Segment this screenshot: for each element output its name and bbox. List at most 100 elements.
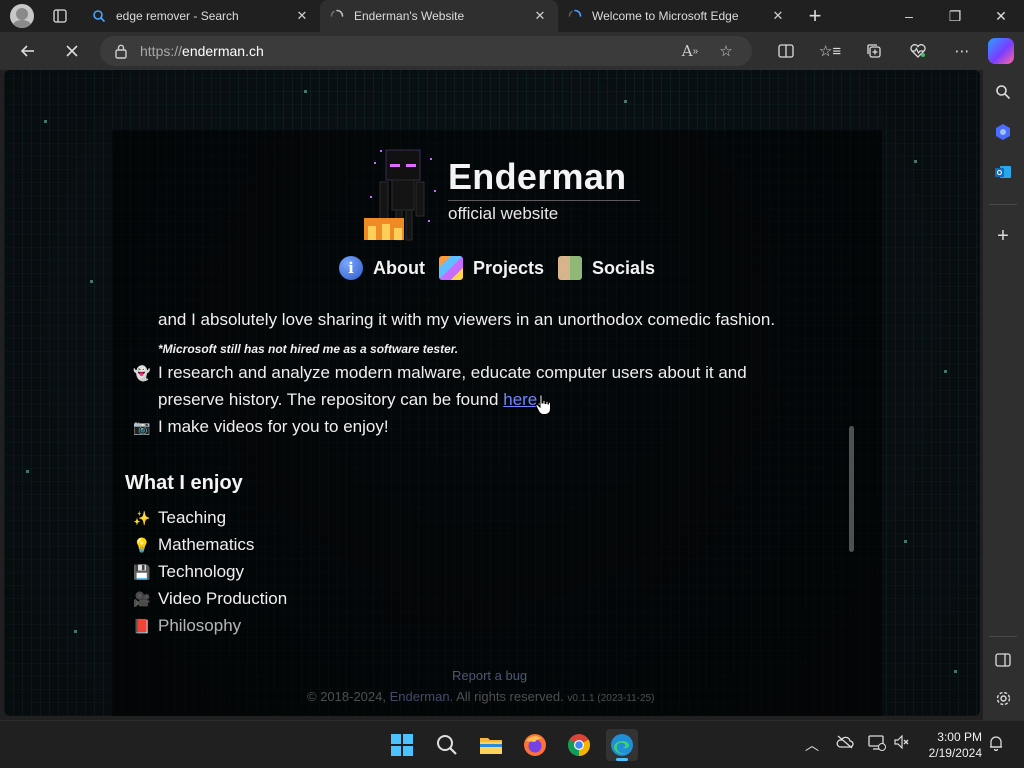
site-title: Enderman <box>448 156 627 197</box>
svg-text:O: O <box>997 170 1003 177</box>
taskbar-clock[interactable]: 3:00 PM 2/19/2024 <box>918 729 982 761</box>
floppy-disk-icon: 💾 <box>133 563 151 580</box>
close-window-button[interactable]: ✕ <box>978 0 1024 32</box>
onedrive-offline-icon[interactable] <box>836 735 854 752</box>
version-text: v0.1.1 (2023-11-25) <box>567 693 655 704</box>
title-divider <box>448 200 640 201</box>
list-item-philosophy: Philosophy <box>158 616 242 635</box>
tab-actions-icon <box>53 9 67 23</box>
browser-essentials-icon[interactable] <box>896 35 940 67</box>
repository-link[interactable]: here <box>503 390 537 409</box>
hide-sidebar-icon[interactable] <box>991 648 1015 672</box>
tab-title: Enderman's Website <box>354 9 465 23</box>
file-explorer-icon[interactable] <box>475 729 507 761</box>
windows-taskbar: ︿ 3:00 PM 2/19/2024 <box>0 720 1024 768</box>
videos-text: I make videos for you to enjoy! <box>158 417 389 436</box>
copilot-icon[interactable] <box>988 38 1014 64</box>
clock-time: 3:00 PM <box>937 730 982 744</box>
nav-socials[interactable]: Socials <box>558 256 655 280</box>
collections-icon[interactable] <box>852 35 896 67</box>
split-screen-icon[interactable] <box>764 35 808 67</box>
hand-cursor-icon <box>535 394 551 415</box>
close-tab-icon[interactable]: ✕ <box>294 8 310 24</box>
notification-bell-icon[interactable] <box>988 735 1004 754</box>
loading-spinner-icon <box>568 9 582 17</box>
new-tab-button[interactable]: + <box>800 1 830 31</box>
footnote-text: *Microsoft still has not hired me as a s… <box>158 342 459 356</box>
nav-about[interactable]: i About <box>339 256 425 280</box>
page-scrollbar[interactable] <box>849 426 854 552</box>
network-icon[interactable] <box>868 735 886 754</box>
nav-projects[interactable]: Projects <box>438 256 544 280</box>
copyright-suffix: . All rights reserved. <box>449 689 564 704</box>
nav-label: Socials <box>592 257 656 278</box>
tab-actions-button[interactable] <box>44 2 76 30</box>
copilot-sidebar-icon[interactable] <box>991 120 1015 144</box>
add-sidebar-app-icon[interactable]: + <box>991 224 1015 248</box>
sidebar-divider <box>989 636 1017 637</box>
minimize-button[interactable]: – <box>886 0 932 32</box>
search-icon[interactable] <box>431 729 463 761</box>
search-icon <box>93 10 106 23</box>
site-nav: i About Projects Socials <box>339 256 669 280</box>
sparkles-icon: ✨ <box>133 509 151 526</box>
lightbulb-icon: 💡 <box>133 536 151 553</box>
tab-edge-remover-search[interactable]: edge remover - Search ✕ <box>82 0 320 32</box>
sidebar-divider <box>989 204 1017 205</box>
clock-date: 2/19/2024 <box>928 746 982 760</box>
close-tab-icon[interactable]: ✕ <box>770 8 786 24</box>
nav-label: About <box>373 257 425 278</box>
list-item-mathematics: Mathematics <box>158 535 255 554</box>
window-controls: – ❐ ✕ <box>886 0 1024 32</box>
volume-muted-icon[interactable] <box>894 734 910 752</box>
address-bar[interactable]: https://enderman.ch A» ☆ <box>100 36 752 66</box>
stop-loading-button[interactable] <box>54 35 90 67</box>
tab-strip: edge remover - Search ✕ Enderman's Websi… <box>0 0 1024 32</box>
projects-icon <box>438 256 463 280</box>
info-icon: i <box>339 256 363 280</box>
video-camera-icon: 🎥 <box>133 590 151 607</box>
list-item-video-production: Video Production <box>158 589 288 608</box>
search-icon[interactable] <box>991 80 1015 104</box>
favorite-star-icon[interactable]: ☆ <box>708 38 744 64</box>
profile-avatar[interactable] <box>10 4 34 28</box>
enjoy-heading: What I enjoy <box>125 472 243 494</box>
stop-icon <box>66 45 78 57</box>
footer-name-link[interactable]: Enderman <box>390 689 450 704</box>
tab-welcome-edge[interactable]: Welcome to Microsoft Edge ✕ <box>558 0 796 32</box>
restore-button[interactable]: ❐ <box>932 0 978 32</box>
settings-gear-icon[interactable] <box>991 686 1015 710</box>
edge-taskbar-icon[interactable] <box>606 729 638 761</box>
camera-icon: 📷 <box>133 418 151 435</box>
malware-text-line-2: preserve history. The repository can be … <box>158 390 542 410</box>
intro-text: and I absolutely love sharing it with my… <box>158 310 776 329</box>
ghost-icon: 👻 <box>133 364 151 381</box>
firefox-icon[interactable] <box>519 729 551 761</box>
copyright-prefix: © 2018-2024, <box>307 689 386 704</box>
report-bug-link[interactable]: Report a bug <box>452 668 527 683</box>
close-tab-icon[interactable]: ✕ <box>532 8 548 24</box>
lock-icon <box>115 44 127 59</box>
socials-icon <box>558 256 583 280</box>
back-button[interactable] <box>10 35 46 67</box>
windows-start-icon[interactable] <box>386 729 418 761</box>
site-subtitle: official website <box>448 204 559 223</box>
plus-icon: + <box>808 3 822 28</box>
url-text: https://enderman.ch <box>140 43 264 59</box>
tab-title: edge remover - Search <box>116 9 239 23</box>
tab-endermans-website[interactable]: Enderman's Website ✕ <box>320 0 558 32</box>
read-aloud-icon[interactable]: A» <box>672 38 708 64</box>
web-content: Enderman official website i About Projec… <box>4 70 980 716</box>
book-icon: 📕 <box>133 617 151 634</box>
favorites-icon[interactable]: ☆≡ <box>808 35 852 67</box>
loading-spinner-icon <box>330 9 344 17</box>
enderman-logo <box>364 149 436 241</box>
chrome-icon[interactable] <box>563 729 595 761</box>
show-hidden-icons-chevron-icon[interactable]: ︿ <box>805 735 819 755</box>
url-scheme: https:// <box>140 43 183 59</box>
footer-copyright: © 2018-2024, Enderman. All rights reserv… <box>307 689 654 704</box>
more-menu-icon[interactable]: ⋯ <box>940 35 984 67</box>
outlook-icon[interactable]: O <box>991 160 1015 184</box>
malware-text-line-1: I research and analyze modern malware, e… <box>158 363 747 382</box>
list-item-technology: Technology <box>158 562 245 581</box>
